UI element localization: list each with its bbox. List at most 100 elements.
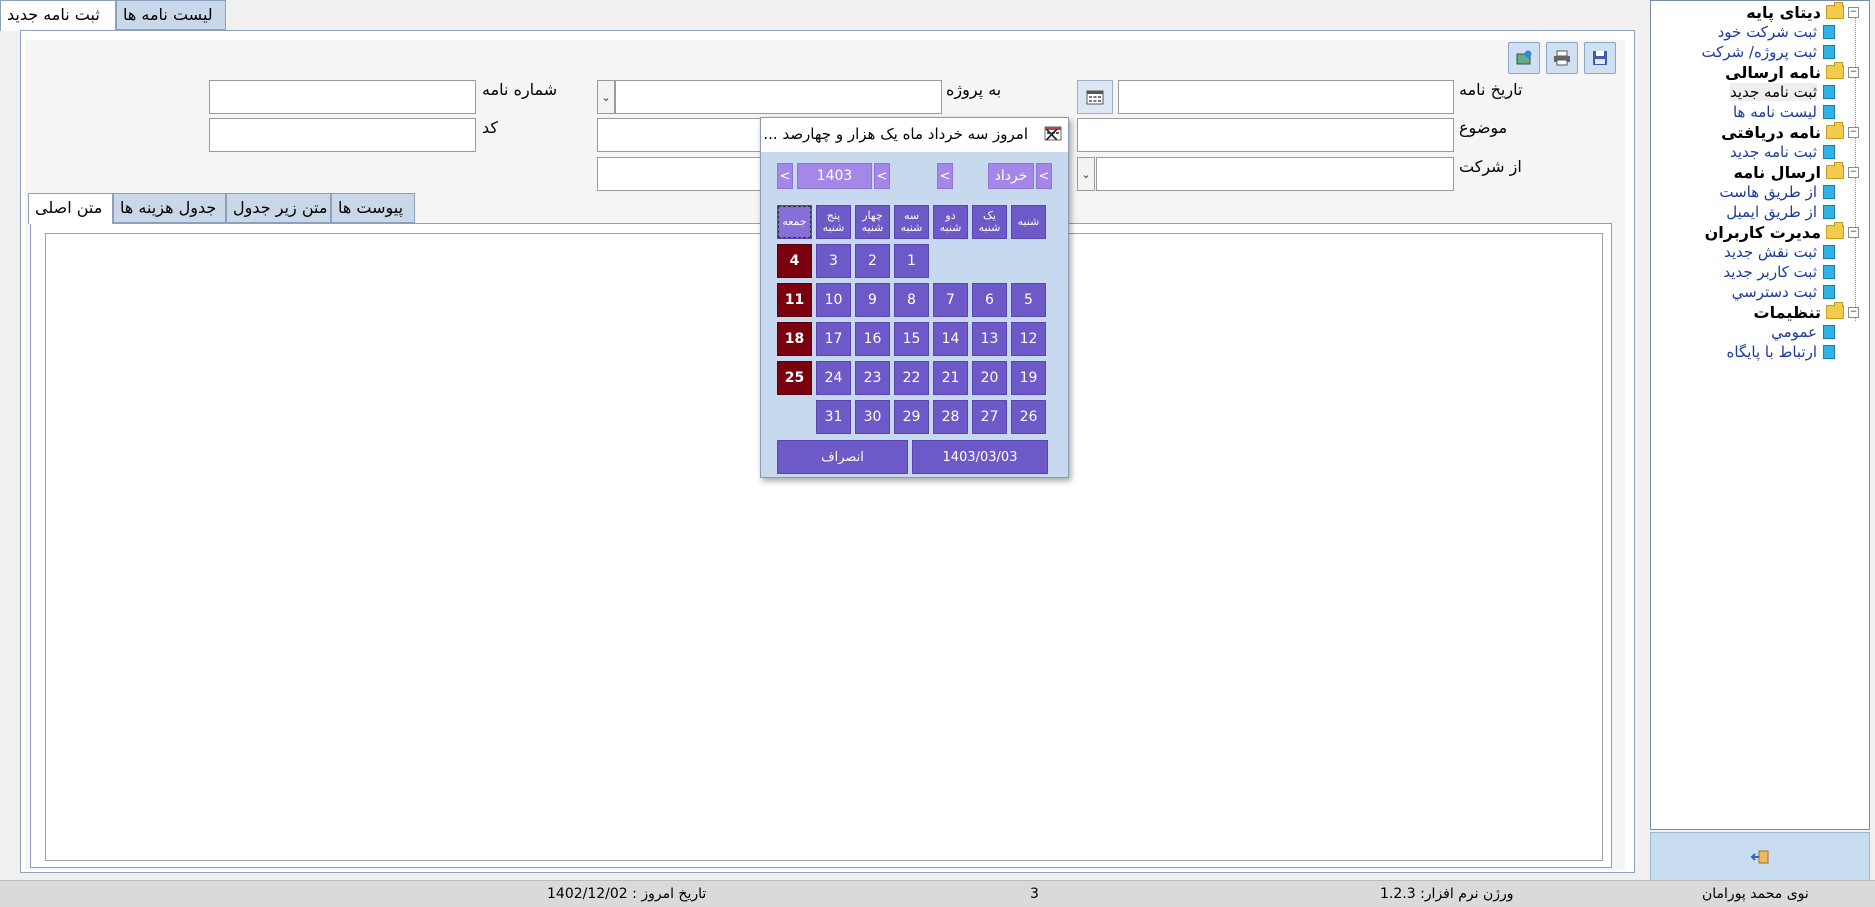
document-icon — [1823, 145, 1835, 159]
folder-icon — [1826, 122, 1844, 139]
day-cell[interactable]: 13 — [972, 322, 1007, 356]
day-cell[interactable]: 31 — [816, 400, 851, 434]
tree-item-sent-letter-list[interactable]: ليست نامه ها — [1733, 102, 1835, 122]
month-prev-button[interactable]: < — [1036, 163, 1052, 189]
tab-new-letter[interactable]: ثبت نامه جدید — [0, 0, 116, 31]
tree-item-new-role[interactable]: ثبت نقش جدید — [1724, 242, 1835, 262]
day-cell[interactable]: 10 — [816, 283, 851, 317]
collapse-icon: − — [1848, 226, 1859, 238]
date-picker-title: امروز سه خرداد ماه یک هزار و چهارصد ... — [763, 125, 1028, 143]
weekday-header: جمعه — [777, 205, 812, 239]
day-cell[interactable]: 6 — [972, 283, 1007, 317]
tree-item-via-email[interactable]: از طریق ایمیل — [1726, 202, 1835, 222]
calendar-button[interactable] — [1077, 80, 1113, 114]
day-cell[interactable]: 20 — [972, 361, 1007, 395]
day-cell[interactable]: 3 — [816, 244, 851, 278]
tree-item-via-host[interactable]: از طریق هاست — [1719, 182, 1835, 202]
save-button[interactable] — [1584, 42, 1616, 74]
day-cell[interactable]: 14 — [933, 322, 968, 356]
tree-item-general[interactable]: عمومي — [1771, 322, 1835, 342]
weekday-header: پنج شنبه — [816, 205, 851, 239]
document-icon — [1823, 185, 1835, 199]
weekday-header: یک شنبه — [972, 205, 1007, 239]
document-icon — [1823, 285, 1835, 299]
month-field[interactable]: خرداد — [988, 163, 1034, 189]
tree-item-db-connection[interactable]: ارتباط با پایگاه — [1727, 342, 1835, 362]
tree-item-new-user[interactable]: ثبت کاربر جدید — [1723, 262, 1835, 282]
day-cell[interactable]: 16 — [855, 322, 890, 356]
tree-item-sent-new-letter[interactable]: ثبت نامه جدید — [1730, 82, 1835, 102]
tree-group-send-letter[interactable]: − ارسال نامه — [1733, 162, 1859, 182]
tree-group-base-data[interactable]: − دیتای پایه — [1746, 2, 1859, 22]
collapse-icon: − — [1848, 6, 1859, 18]
tree-item-label: ثبت دسترسي — [1731, 283, 1817, 301]
tree-item-access[interactable]: ثبت دسترسي — [1732, 282, 1835, 302]
day-cell[interactable]: 7 — [933, 283, 968, 317]
tree-group-settings[interactable]: − تنظیمات — [1754, 302, 1859, 322]
document-icon — [1823, 245, 1835, 259]
year-prev-button[interactable]: < — [874, 163, 890, 189]
month-next-button[interactable]: < — [937, 163, 953, 189]
logout-button[interactable] — [1650, 832, 1870, 882]
tab-letter-list[interactable]: ليست نامه ها — [116, 0, 226, 30]
day-cell[interactable]: 8 — [894, 283, 929, 317]
day-cell[interactable]: 23 — [855, 361, 890, 395]
tree-group-received-letters[interactable]: − نامه دریافتی — [1721, 122, 1859, 142]
tab-label: پیوست ها — [338, 198, 404, 217]
code-field[interactable] — [209, 118, 476, 152]
tree-group-sent-letters[interactable]: − نامه ارسالی — [1725, 62, 1859, 82]
day-cell[interactable]: 30 — [855, 400, 890, 434]
document-icon — [1823, 205, 1835, 219]
date-picker-popup: امروز سه خرداد ماه یک هزار و چهارصد ... … — [760, 117, 1069, 478]
chevron-down-icon: ⌄ — [1081, 167, 1091, 181]
day-cell[interactable]: 28 — [933, 400, 968, 434]
day-cell[interactable]: 17 — [816, 322, 851, 356]
tab-below-table-text[interactable]: متن زیر جدول — [226, 193, 331, 223]
close-icon[interactable]: × — [1043, 122, 1060, 146]
letter-date-field[interactable] — [1118, 80, 1454, 114]
tree-group-user-management[interactable]: − مدیرت کاربران — [1705, 222, 1859, 242]
day-cell[interactable]: 1 — [894, 244, 929, 278]
day-cell[interactable]: 9 — [855, 283, 890, 317]
day-cell[interactable]: 11 — [777, 283, 812, 317]
day-cell[interactable]: 21 — [933, 361, 968, 395]
day-cell[interactable]: 15 — [894, 322, 929, 356]
tab-main-text[interactable]: متن اصلی — [28, 193, 113, 224]
from-company-secondary-field[interactable] — [597, 157, 767, 191]
day-cell[interactable]: 19 — [1011, 361, 1046, 395]
collapse-icon: − — [1848, 306, 1859, 318]
day-cell[interactable]: 26 — [1011, 400, 1046, 434]
sidebar-tree: − دیتای پایه ثبت شرکت خود ثبت پروژه/ شرکت… — [1650, 0, 1870, 830]
tree-item-received-new-letter[interactable]: ثبت نامه جدید — [1730, 142, 1835, 162]
letter-number-field[interactable] — [209, 80, 476, 114]
day-cell[interactable]: 5 — [1011, 283, 1046, 317]
weekday-header: چهار شنبه — [855, 205, 890, 239]
day-cell[interactable]: 4 — [777, 244, 812, 278]
tree-item-register-project[interactable]: ثبت پروژه/ شرکت — [1701, 42, 1835, 62]
day-cell[interactable]: 12 — [1011, 322, 1046, 356]
day-cell[interactable]: 25 — [777, 361, 812, 395]
day-cell[interactable]: 22 — [894, 361, 929, 395]
year-field[interactable]: 1403 — [797, 163, 872, 189]
from-company-dropdown[interactable]: ⌄ — [1077, 157, 1095, 191]
email-button[interactable] — [1508, 42, 1540, 74]
tree-item-register-own-company[interactable]: ثبت شرکت خود — [1718, 22, 1835, 42]
year-next-button[interactable]: < — [777, 163, 793, 189]
print-button[interactable] — [1546, 42, 1578, 74]
to-project-field[interactable] — [615, 80, 942, 114]
day-cell[interactable]: 2 — [855, 244, 890, 278]
day-cell[interactable]: 18 — [777, 322, 812, 356]
subject-secondary-field[interactable] — [597, 118, 767, 152]
tab-label: متن اصلی — [35, 198, 103, 217]
confirm-date-button[interactable]: 1403/03/03 — [912, 440, 1048, 474]
cancel-button[interactable]: انصراف — [777, 440, 908, 474]
day-cell[interactable]: 24 — [816, 361, 851, 395]
tab-cost-table[interactable]: جدول هزینه ها — [113, 193, 226, 223]
to-project-dropdown[interactable]: ⌄ — [597, 80, 615, 114]
tree-item-label: از طریق هاست — [1719, 183, 1817, 201]
tab-attachments[interactable]: پیوست ها — [331, 193, 415, 223]
subject-field[interactable] — [1077, 118, 1454, 152]
from-company-field[interactable] — [1096, 157, 1454, 191]
day-cell[interactable]: 29 — [894, 400, 929, 434]
day-cell[interactable]: 27 — [972, 400, 1007, 434]
